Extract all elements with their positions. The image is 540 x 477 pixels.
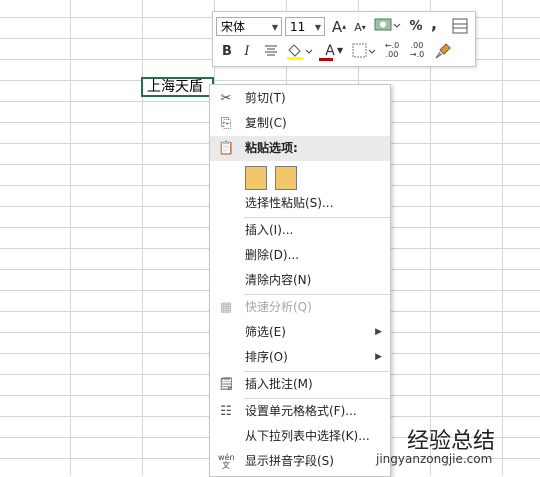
copy-icon: ⎘	[220, 116, 232, 131]
menu-item-label: 设置单元格格式(F)...	[245, 404, 357, 418]
brush-icon	[435, 43, 451, 59]
menu-item-sort[interactable]: 排序(O) ▶	[210, 345, 390, 370]
menu-item-insert-comment[interactable]: 🗒 插入批注(M)	[210, 372, 390, 397]
clipboard-icon: 📋	[218, 141, 235, 156]
menu-item-label: 粘贴选项:	[245, 141, 298, 155]
menu-item-label: 快速分析(Q)	[245, 300, 312, 314]
menu-item-label: 插入批注(M)	[245, 377, 313, 391]
menu-item-label: 剪切(T)	[245, 91, 286, 105]
accounting-icon	[374, 18, 401, 31]
font-size-value: 11	[290, 20, 306, 34]
accounting-format-button[interactable]	[373, 16, 401, 40]
increase-decimal-icon: ←.0 .00	[384, 41, 400, 59]
menu-item-label: 复制(C)	[245, 116, 287, 130]
format-cells-icon: ☷	[220, 404, 232, 419]
quick-analysis-icon: ▦	[219, 300, 233, 315]
menu-item-delete[interactable]: 删除(D)...	[210, 243, 390, 268]
menu-item-format-cells[interactable]: ☷ 设置单元格格式(F)...	[210, 399, 390, 424]
font-name-value: 宋体	[221, 20, 246, 34]
bold-button[interactable]: B	[220, 43, 234, 61]
phonetic-icon-text: wén	[218, 453, 235, 462]
chevron-down-icon: ▼	[271, 23, 278, 32]
menu-item-phonetic[interactable]: wén 文 显示拼音字段(S)	[210, 449, 390, 474]
watermark-title: 经验总结	[407, 429, 496, 454]
comment-icon: 🗒	[218, 377, 235, 392]
paste-values-icon[interactable]	[275, 166, 297, 190]
borders-button[interactable]	[351, 42, 377, 66]
menu-item-copy[interactable]: ⎘ 复制(C)	[210, 111, 390, 136]
borders-icon	[352, 43, 376, 58]
paste-options-header: 📋 粘贴选项:	[210, 136, 390, 161]
menu-item-label: 插入(I)...	[245, 223, 294, 237]
menu-item-pick-from-list[interactable]: 从下拉列表中选择(K)...	[210, 424, 390, 449]
menu-item-label: 显示拼音字段(S)	[245, 454, 334, 468]
chevron-down-icon: ▼	[314, 23, 321, 32]
active-cell[interactable]: 上海天盾	[141, 77, 214, 97]
menu-item-paste-special[interactable]: 选择性粘贴(S)...	[210, 191, 390, 216]
align-center-button[interactable]	[263, 43, 279, 63]
fill-color-icon	[287, 44, 313, 60]
menu-item-insert[interactable]: 插入(I)...	[210, 218, 390, 243]
shrink-font-button[interactable]: A▾	[353, 19, 367, 37]
increase-decimal-button[interactable]: ←.0 .00	[381, 41, 403, 59]
font-size-dropdown[interactable]: 11 ▼	[285, 17, 325, 36]
align-center-icon	[265, 45, 277, 56]
decrease-decimal-icon: .00 →.0	[409, 41, 425, 59]
decrease-decimal-button[interactable]: .00 →.0	[406, 41, 428, 59]
font-color-icon: A	[325, 43, 335, 59]
shrink-font-icon: A	[354, 21, 362, 34]
grow-font-icon: A	[331, 18, 343, 36]
menu-item-quick-analysis: ▦ 快速分析(Q)	[210, 295, 390, 320]
table-icon	[452, 18, 468, 34]
format-painter-table-button[interactable]	[451, 18, 469, 40]
menu-item-label: 清除内容(N)	[245, 273, 312, 287]
paste-keep-formatting-icon[interactable]	[245, 166, 267, 190]
grow-font-button[interactable]: A▴	[331, 18, 347, 36]
submenu-arrow-icon: ▶	[375, 352, 382, 362]
mini-toolbar: 宋体 ▼ 11 ▼ A▴ A▾ % , B I A ▼ ←.0 .00 .00 …	[212, 11, 476, 67]
menu-item-label: 选择性粘贴(S)...	[245, 196, 334, 210]
menu-item-filter[interactable]: 筛选(E) ▶	[210, 320, 390, 345]
menu-item-label: 筛选(E)	[245, 325, 286, 339]
phonetic-icon: wén 文	[218, 453, 235, 470]
format-painter-button[interactable]	[433, 42, 453, 66]
italic-button[interactable]: I	[241, 43, 253, 61]
menu-item-label: 从下拉列表中选择(K)...	[245, 429, 370, 443]
font-name-dropdown[interactable]: 宋体 ▼	[216, 17, 282, 36]
context-menu: ✂ 剪切(T) ⎘ 复制(C) 📋 粘贴选项: 选择性粘贴(S)... 插入(I…	[209, 84, 391, 477]
menu-item-clear-contents[interactable]: 清除内容(N)	[210, 268, 390, 293]
submenu-arrow-icon: ▶	[375, 327, 382, 337]
comma-style-button[interactable]: ,	[427, 15, 441, 33]
menu-item-cut[interactable]: ✂ 剪切(T)	[210, 86, 390, 111]
fill-color-button[interactable]	[285, 41, 313, 67]
scissors-icon: ✂	[220, 91, 232, 106]
watermark-url: jingyanzongjie.com	[376, 452, 493, 466]
font-color-button[interactable]: A ▼	[316, 42, 344, 61]
menu-item-label: 删除(D)...	[245, 248, 300, 262]
menu-item-label: 排序(O)	[245, 350, 288, 364]
percent-style-button[interactable]: %	[407, 18, 425, 36]
